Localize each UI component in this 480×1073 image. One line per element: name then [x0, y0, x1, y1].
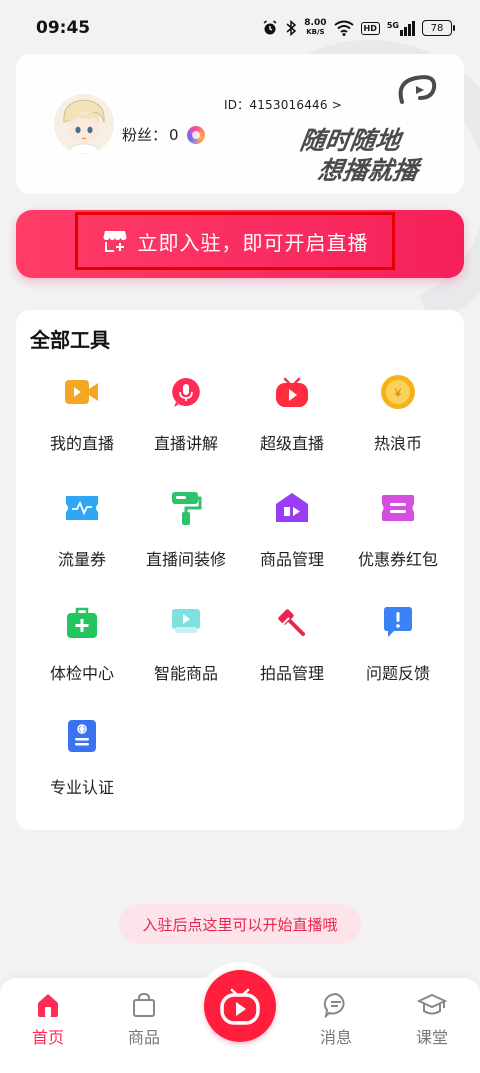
video-camera-icon — [64, 374, 100, 410]
tool-health-check[interactable]: 体检中心 — [26, 604, 138, 704]
bluetooth-icon — [286, 20, 297, 36]
start-live-button[interactable] — [204, 970, 276, 1042]
tool-label: 商品管理 — [259, 550, 324, 569]
tool-label: 热浪币 — [373, 434, 422, 453]
live-play-icon — [220, 988, 260, 1025]
tool-coupon-redpacket[interactable]: 优惠券红包 — [342, 490, 454, 590]
alarm-icon — [263, 20, 277, 35]
smart-product-icon — [168, 604, 204, 640]
tool-my-live[interactable]: 我的直播 — [26, 374, 138, 474]
tool-room-decoration[interactable]: 直播间装修 — [130, 490, 242, 590]
network-speed-unit: KB/S — [306, 28, 325, 36]
level-orb-icon — [186, 125, 205, 144]
signal-label: 5G — [386, 20, 399, 30]
nav-messages-label: 消息 — [319, 1028, 352, 1047]
graduation-cap-icon — [417, 993, 447, 1015]
paint-roller-icon — [168, 490, 204, 526]
slogan-swoosh-icon — [398, 75, 437, 104]
tool-smart-product[interactable]: 智能商品 — [130, 604, 242, 704]
network-speed-value: 8.00 — [304, 18, 327, 28]
avatar-illustration — [54, 94, 114, 154]
start-live-tooltip: 入驻后点这里可以开始直播哦 — [119, 904, 361, 944]
tool-label: 体检中心 — [49, 664, 114, 683]
first-aid-kit-icon — [64, 604, 100, 640]
tool-label: 超级直播 — [259, 434, 324, 453]
avatar[interactable] — [54, 94, 114, 154]
feedback-icon — [380, 604, 416, 640]
tool-label: 直播间装修 — [145, 550, 226, 569]
tool-label: 拍品管理 — [259, 664, 324, 683]
profile-card[interactable]: ID：4153016446 > 粉丝： 0 随时随地 想播就播 — [16, 54, 464, 194]
tool-heat-coin[interactable]: ¥ 热浪币 — [342, 374, 454, 474]
join-live-label: 立即入驻，即可开启直播 — [137, 230, 369, 255]
slogan-line-1: 随时随地 — [298, 126, 403, 155]
coin-icon: ¥ — [380, 374, 416, 410]
tool-label: 优惠券红包 — [357, 550, 438, 569]
play-tv-icon — [274, 374, 310, 410]
tool-label: 智能商品 — [153, 664, 218, 683]
auction-hammer-icon — [274, 604, 310, 640]
certificate-icon — [64, 718, 100, 754]
battery-indicator: 78 — [422, 20, 455, 36]
message-icon — [323, 992, 345, 1018]
nav-products-label: 商品 — [127, 1028, 160, 1047]
tool-traffic-ticket[interactable]: 流量券 — [26, 490, 138, 590]
status-icons: 8.00 KB/S HD 5G 78 — [262, 19, 455, 37]
coupon-icon — [380, 490, 416, 526]
join-live-button[interactable]: 立即入驻，即可开启直播 — [75, 212, 395, 270]
nav-products[interactable]: 商品 — [114, 992, 174, 1048]
svg-text:¥: ¥ — [394, 386, 402, 400]
hd-badge: HD — [360, 21, 380, 35]
tool-product-management[interactable]: 商品管理 — [236, 490, 348, 590]
fans-count: 粉丝： 0 — [122, 124, 205, 145]
tool-label: 直播讲解 — [153, 434, 218, 453]
fans-label: 粉丝： — [122, 126, 168, 144]
signal-indicator: 5G — [386, 20, 415, 36]
tool-live-explain[interactable]: 直播讲解 — [130, 374, 242, 474]
fans-value: 0 — [169, 125, 179, 144]
nav-home-label: 首页 — [31, 1028, 64, 1047]
tool-label: 流量券 — [57, 550, 106, 569]
wifi-icon — [333, 20, 354, 36]
microphone-icon — [168, 374, 204, 410]
home-icon — [38, 994, 58, 1017]
tools-title: 全部工具 — [30, 328, 110, 352]
store-icon — [103, 231, 126, 252]
slogan: 随时随地 想播就播 — [294, 126, 462, 186]
all-tools-card: 全部工具 我的直播 直播讲解 超级直播 ¥ 热浪币 流量券 直播间装修 商品管理… — [16, 310, 464, 830]
shopping-bag-icon — [133, 992, 155, 1017]
join-live-banner[interactable]: 立即入驻，即可开启直播 — [16, 210, 464, 278]
tool-certification[interactable]: 专业认证 — [26, 718, 138, 818]
slogan-line-2: 想播就播 — [315, 156, 421, 185]
tool-feedback[interactable]: 问题反馈 — [342, 604, 454, 704]
nav-messages[interactable]: 消息 — [306, 992, 366, 1048]
tool-super-live[interactable]: 超级直播 — [236, 374, 348, 474]
tool-auction-management[interactable]: 拍品管理 — [236, 604, 348, 704]
store-video-icon — [274, 490, 310, 526]
traffic-ticket-icon — [64, 490, 100, 526]
nav-home[interactable]: 首页 — [18, 992, 78, 1048]
tool-label: 我的直播 — [49, 434, 114, 453]
tool-label: 专业认证 — [49, 778, 114, 797]
user-id-link[interactable]: ID：4153016446 > — [224, 96, 342, 113]
nav-classroom-label: 课堂 — [415, 1028, 448, 1047]
status-time: 09:45 — [36, 18, 91, 38]
network-speed: 8.00 KB/S — [304, 19, 326, 37]
tool-label: 问题反馈 — [365, 664, 430, 683]
nav-classroom[interactable]: 课堂 — [402, 992, 462, 1048]
